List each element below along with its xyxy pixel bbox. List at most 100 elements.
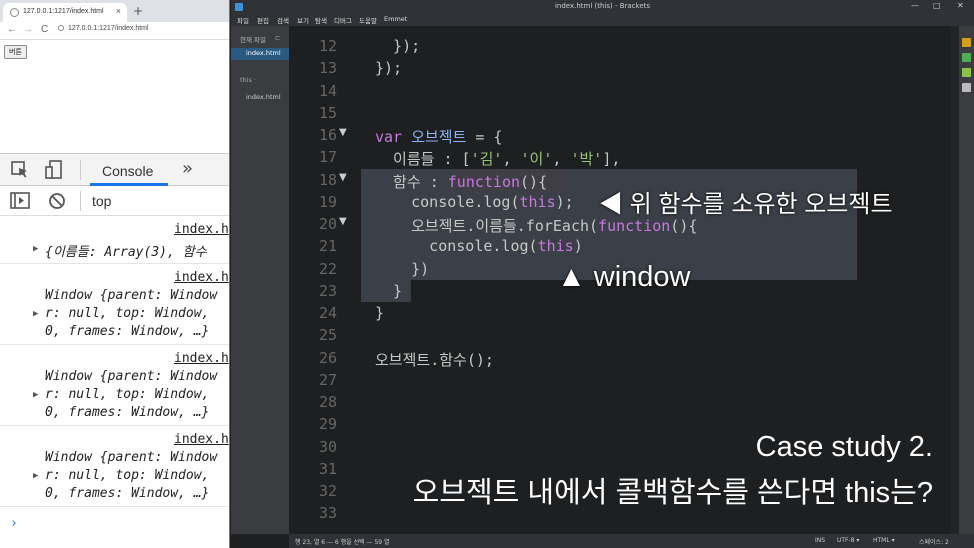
code-line: console.log(this) (375, 237, 583, 255)
expand-triangle-icon[interactable]: ▶ (33, 390, 38, 400)
globe-icon (10, 8, 19, 17)
context-selector[interactable]: top (92, 193, 111, 209)
minimize-icon[interactable]: — (911, 1, 919, 10)
log-text: r: null, top: Window, (45, 468, 210, 483)
page-content: 버튼 (0, 40, 229, 154)
code-line: } (375, 304, 385, 322)
line-number: 27 (318, 371, 337, 389)
menu-help[interactable]: 도움말 (359, 15, 377, 25)
code-line: 이름들 : ['김', '이', '박'], (375, 148, 620, 169)
line-number: 29 (318, 415, 337, 433)
inspect-element-icon[interactable] (10, 160, 30, 180)
menu-emmet[interactable]: Emmet (384, 15, 407, 23)
cursor-position: 행 23, 열 6 — 6 행을 선택 — 59 열 (295, 539, 390, 546)
extension-icon[interactable] (962, 68, 971, 77)
code-text: = { (466, 128, 503, 146)
line-number: 21 (318, 237, 337, 255)
line-number: 23 (318, 282, 337, 300)
code-keyword: function (598, 217, 671, 235)
clear-console-icon[interactable] (47, 191, 67, 211)
back-arrow-icon[interactable]: ← (7, 24, 17, 35)
working-file-item[interactable]: index.html (231, 48, 289, 60)
menu-file[interactable]: 파일 (237, 15, 249, 25)
indent-setting[interactable]: 스페이스: 2 (919, 537, 949, 546)
console-prompt[interactable]: › (10, 516, 18, 531)
line-number: 26 (318, 349, 337, 367)
code-text: 오브젝트.이름들.forEach( (375, 217, 599, 235)
line-number: 25 (318, 326, 337, 344)
expand-triangle-icon[interactable]: ▶ (33, 471, 38, 481)
source-link[interactable]: index.h (174, 351, 229, 366)
address-bar[interactable]: 127.0.0.1:1217/index.html (58, 25, 149, 32)
code-line: var 오브젝트 = { (375, 126, 502, 147)
devtools-tabbar: Console » (0, 154, 229, 186)
vertical-scrollbar[interactable] (951, 26, 959, 534)
fold-triangle-icon[interactable]: ▼ (339, 127, 347, 138)
expand-triangle-icon[interactable]: ▶ (33, 309, 38, 319)
live-preview-icon[interactable] (962, 38, 971, 47)
forward-arrow-icon[interactable]: → (23, 24, 33, 35)
source-link[interactable]: index.h (174, 270, 229, 285)
line-number: 28 (318, 393, 337, 411)
code-text: 함수 : (375, 173, 448, 191)
close-icon[interactable]: ✕ (957, 1, 964, 10)
tools-icon[interactable] (962, 83, 971, 92)
code-string: '박' (570, 150, 603, 168)
insert-mode[interactable]: INS (815, 537, 825, 544)
code-line: 함수 : function(){ (375, 171, 547, 192)
encoding-selector[interactable]: UTF-8 ▾ (837, 537, 859, 544)
console-message: index.h Window {parent: Window ▶ r: null… (0, 264, 229, 345)
source-link[interactable]: index.h (174, 222, 229, 237)
menu-debug[interactable]: 디버그 (334, 15, 352, 25)
extension-manager-icon[interactable] (962, 53, 971, 62)
file-sidebar: 현재 파일 ⊏ index.html this · index.html (231, 26, 289, 534)
line-number: 14 (318, 82, 337, 100)
page-button[interactable]: 버튼 (4, 45, 27, 59)
project-title[interactable]: this · (240, 76, 256, 84)
reload-icon[interactable]: C (41, 24, 48, 35)
language-selector[interactable]: HTML ▾ (873, 537, 895, 544)
info-icon (58, 25, 64, 31)
menu-find[interactable]: 검색 (277, 15, 289, 25)
browser-tab[interactable]: 127.0.0.1:1217/index.html × (3, 3, 127, 22)
expand-triangle-icon[interactable]: ▶ (33, 244, 38, 254)
log-text: 0, frames: Window, …} (45, 486, 210, 501)
url-text: 127.0.0.1:1217/index.html (68, 25, 149, 32)
fold-triangle-icon[interactable]: ▼ (339, 216, 347, 227)
code-text: , (502, 150, 521, 168)
more-tabs-icon[interactable]: » (182, 158, 193, 179)
log-text[interactable]: Window {parent: Window (45, 369, 217, 384)
log-text[interactable]: {이름들: Array(3), 함수 (45, 241, 207, 260)
device-toolbar-icon[interactable] (44, 160, 64, 180)
show-sidebar-icon[interactable] (10, 191, 30, 211)
source-link[interactable]: index.h (174, 432, 229, 447)
console-message: index.h ▶ {이름들: Array(3), 함수 (0, 216, 229, 264)
code-text: ], (602, 150, 621, 168)
menu-edit[interactable]: 편집 (257, 15, 269, 25)
log-text[interactable]: Window {parent: Window (45, 450, 217, 465)
code-line: } (375, 282, 403, 300)
maximize-icon[interactable]: □ (933, 1, 941, 10)
line-number: 30 (318, 438, 337, 456)
code-line: console.log(this); (375, 193, 574, 211)
tab-console[interactable]: Console (102, 163, 153, 179)
code-keyword: this (537, 237, 574, 255)
project-file-item[interactable]: index.html (246, 93, 281, 101)
menu-navigate[interactable]: 탐색 (315, 15, 327, 25)
code-text: , (552, 150, 571, 168)
fold-triangle-icon[interactable]: ▼ (339, 172, 347, 183)
caption-question: 오브젝트 내에서 콜백함수를 쓴다면 this는? (412, 477, 933, 509)
line-number: 18 (318, 171, 337, 189)
split-view-icon[interactable]: ⊏ (275, 34, 280, 42)
menu-view[interactable]: 보기 (297, 15, 309, 25)
new-tab-button[interactable]: + (133, 4, 143, 18)
annotation-window: ▲ window (557, 261, 691, 293)
toolbar-divider (80, 191, 81, 211)
log-text[interactable]: Window {parent: Window (45, 288, 217, 303)
log-text: r: null, top: Window, (45, 306, 210, 321)
code-editor[interactable]: 12 13 14 15 16 17 18 19 20 21 22 23 24 2… (289, 26, 951, 534)
console-message: index.h Window {parent: Window ▶ r: null… (0, 345, 229, 426)
console-toolbar: top (0, 186, 229, 216)
tab-close-icon[interactable]: × (116, 6, 121, 16)
browser-toolbar: ← → C 127.0.0.1:1217/index.html (0, 22, 229, 40)
